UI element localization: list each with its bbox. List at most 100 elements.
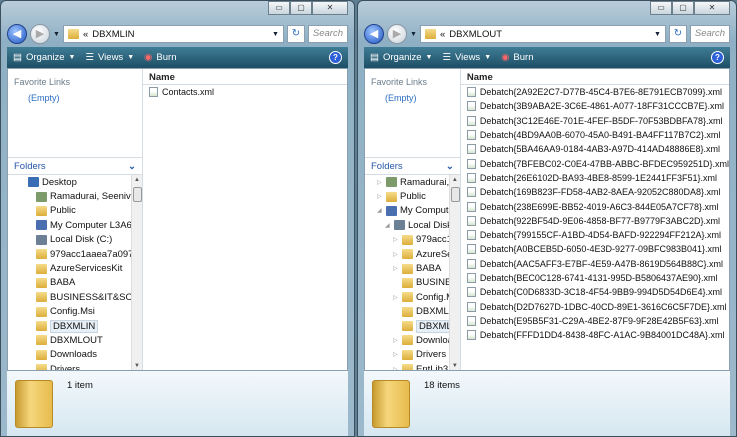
tree-item[interactable]: DBXMLIN [365,305,460,319]
tree-item[interactable]: ▷ Drivers [365,348,460,362]
minimize-button[interactable]: ▭ [650,1,672,15]
tree-item[interactable]: Downloads [8,348,142,362]
file-item[interactable]: Debatch{5BA46AA9-0184-4AB3-A97D-414AD488… [461,142,729,156]
address-dropdown-icon[interactable]: ▼ [272,31,279,38]
tree-item[interactable]: DBXMLOUT [365,319,460,333]
expander-icon[interactable]: ◢ [377,207,383,214]
close-button[interactable]: ✕ [312,1,348,15]
tree-item[interactable]: ▷ Downloads [365,333,460,347]
column-header-name[interactable]: Name [460,69,729,85]
tree-item[interactable]: ▷979acc1aaea7a097 [365,233,460,247]
maximize-button[interactable]: ▢ [290,1,312,15]
file-item[interactable]: Debatch{4BD9AA0B-6070-45A0-B491-BA4FF117… [461,128,729,142]
tree-item[interactable]: AzureServicesKit [8,261,142,275]
tree-item[interactable]: ▷ EntLib3Src [365,362,460,370]
tree-item[interactable]: ◢My Computer L3A681 [365,204,460,218]
scroll-thumb[interactable] [450,187,460,202]
scroll-up-icon[interactable]: ▲ [132,177,142,183]
back-button[interactable]: ◀ [364,24,384,44]
tree-item[interactable]: Public [8,204,142,218]
views-button[interactable]: ☰ Views ▼ [442,52,491,63]
expander-icon[interactable]: ▷ [393,294,399,301]
address-bar[interactable]: « DBXMLOUT ▼ [419,25,666,43]
tree-item[interactable]: Drivers [8,362,142,370]
file-item[interactable]: Debatch{E95B5F31-C29A-4BE2-87F9-9F28E42B… [461,314,729,328]
tree-item[interactable]: BUSINESS&IT&SOA [8,290,142,304]
file-item[interactable]: Debatch{922BF54D-9E06-4858-BF77-B9779F3A… [461,214,729,228]
address-dropdown-icon[interactable]: ▼ [654,31,661,38]
organize-button[interactable]: ▤ Organize ▼ [370,52,432,63]
views-button[interactable]: ☰ Views ▼ [85,52,134,63]
forward-button[interactable]: ▶ [30,24,50,44]
tree-item[interactable]: BUSINESS&IT&SOA [365,276,460,290]
expander-icon[interactable]: ▷ [377,179,383,186]
tree-item[interactable]: ▷AzureServicesKit [365,247,460,261]
scroll-thumb[interactable] [133,187,142,202]
scroll-up-icon[interactable]: ▲ [450,177,460,183]
file-item[interactable]: Debatch{C0D6833D-3C18-4F54-9BB9-994D5D54… [461,285,729,299]
help-icon[interactable]: ? [329,51,342,64]
column-header-name[interactable]: Name [143,69,347,85]
address-bar[interactable]: « DBXMLIN ▼ [62,25,284,43]
file-item[interactable]: Debatch{D2D7627D-1DBC-40CD-89E1-3616C6C5… [461,299,729,313]
file-item[interactable]: Debatch{26E6102D-BA93-4BE8-8599-1E2441FF… [461,171,729,185]
tree-scrollbar[interactable]: ▲ ▼ [448,175,460,370]
tree-scrollbar[interactable]: ▲ ▼ [131,175,142,370]
expander-icon[interactable]: ◢ [385,222,391,229]
tree-item[interactable]: DBXMLIN [8,319,142,333]
tree-item[interactable]: ▷ BABA [365,261,460,275]
search-input[interactable]: Search [689,25,730,43]
close-button[interactable]: ✕ [694,1,730,15]
scroll-down-icon[interactable]: ▼ [132,363,142,369]
recent-pages-dropdown[interactable]: ▼ [53,31,60,38]
file-item[interactable]: Debatch{AAC5AFF3-E7BF-4E59-A47B-8619D564… [461,257,729,271]
tree-item[interactable]: ▷ Config.Msi [365,290,460,304]
tree-item[interactable]: 979acc1aaea7a097 [8,247,142,261]
expander-icon[interactable]: ▷ [377,193,383,200]
details-pane: 18 items [364,371,730,436]
tree-item[interactable]: DBXMLOUT [8,333,142,347]
file-item[interactable]: Debatch{799155CF-A1BD-4D54-BAFD-922294FF… [461,228,729,242]
refresh-button[interactable]: ↻ [286,25,305,43]
expander-icon[interactable]: ▷ [393,265,399,272]
file-item[interactable]: Debatch{238E699E-BB52-4019-A6C3-844E05A7… [461,199,729,213]
tree-item[interactable]: Ramadurai, Seenivasan [8,189,142,203]
folders-header[interactable]: Folders ⌄ [365,157,460,175]
minimize-button[interactable]: ▭ [268,1,290,15]
help-icon[interactable]: ? [711,51,724,64]
file-item[interactable]: Debatch{7BFEBC02-C0E4-47BB-ABBC-BFDEC959… [461,156,729,170]
tree-item[interactable]: ◢Local Disk (C:) [365,218,460,232]
expander-icon[interactable]: ▷ [393,351,399,358]
tree-item[interactable]: ▷ Public [365,189,460,203]
search-input[interactable]: Search [307,25,348,43]
expander-icon[interactable]: ▷ [393,251,399,258]
expander-icon[interactable]: ▷ [393,337,399,344]
file-item[interactable]: Debatch{2A92E2C7-D77B-45C4-B7E6-8E791ECB… [461,85,729,99]
organize-button[interactable]: ▤ Organize ▼ [13,52,75,63]
file-item[interactable]: Debatch{3B9ABA2E-3C6E-4861-A077-18FF31CC… [461,99,729,113]
forward-button[interactable]: ▶ [387,24,407,44]
file-item[interactable]: Contacts.xml [143,85,347,99]
file-item[interactable]: Debatch{3C12E46E-701E-4FEF-B5DF-70F53BDB… [461,114,729,128]
tree-item[interactable]: ▷Ramadurai, Seenivasan [365,175,460,189]
content-area: Favorite Links (Empty) Folders ⌄ ▷ Ramadur… [364,68,730,371]
recent-pages-dropdown[interactable]: ▼ [410,31,417,38]
tree-item[interactable]: BABA [8,276,142,290]
file-item[interactable]: Debatch{FFFD1DD4-8438-48FC-A1AC-9B84001D… [461,328,729,342]
maximize-button[interactable]: ▢ [672,1,694,15]
expander-icon[interactable]: ▷ [393,366,399,370]
refresh-button[interactable]: ↻ [668,25,687,43]
burn-button[interactable]: ◉ Burn [501,52,533,63]
burn-button[interactable]: ◉ Burn [144,52,176,63]
scroll-down-icon[interactable]: ▼ [450,363,460,369]
file-item[interactable]: Debatch{A0BCEB5D-6050-4E3D-9277-09BFC983… [461,242,729,256]
file-item[interactable]: Debatch{169B823F-FD58-4AB2-8AEA-92052C88… [461,185,729,199]
back-button[interactable]: ◀ [7,24,27,44]
tree-item[interactable]: Desktop [8,175,142,189]
folders-header[interactable]: Folders ⌄ [8,157,142,175]
tree-item[interactable]: Config.Msi [8,305,142,319]
tree-item[interactable]: My Computer L3A681 [8,218,142,232]
tree-item[interactable]: Local Disk (C:) [8,233,142,247]
file-item[interactable]: Debatch{BEC0C128-6741-4131-995D-B5806437… [461,271,729,285]
expander-icon[interactable]: ▷ [393,236,399,243]
